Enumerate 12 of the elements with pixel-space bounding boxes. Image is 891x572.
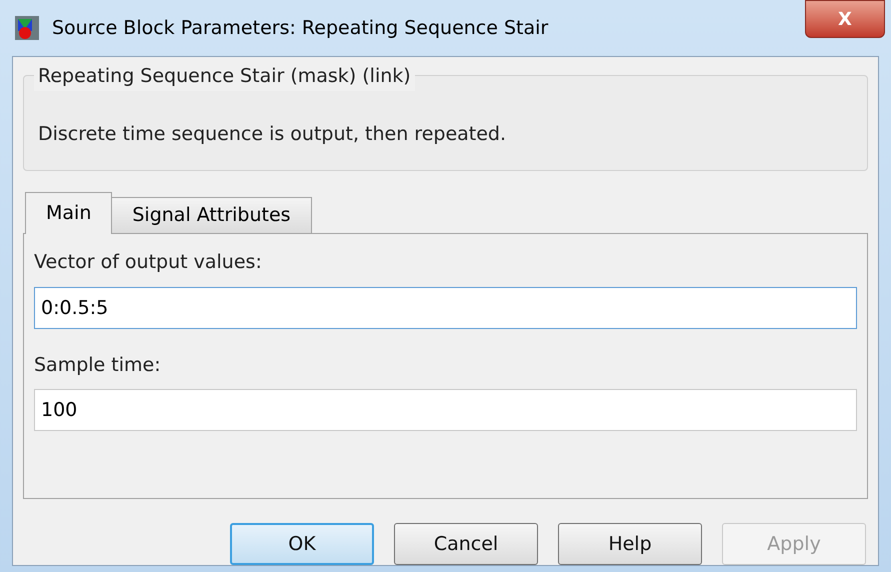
tab[interactable]: Main	[25, 192, 112, 234]
group-description: Discrete time sequence is output, then repeated.	[38, 122, 506, 147]
tab[interactable]: Signal Attributes	[112, 197, 312, 233]
input-field[interactable]: 0:0.5:5	[34, 286, 857, 328]
dialog-button[interactable]: OK	[230, 523, 374, 565]
input-field[interactable]: 100	[34, 389, 857, 431]
block-icon	[14, 15, 40, 41]
dialog-button[interactable]: Cancel	[394, 523, 538, 565]
field-label: Sample time:	[34, 352, 162, 378]
window-title: Source Block Parameters: Repeating Sequence Stair	[52, 16, 548, 41]
dialog-button[interactable]: Help	[558, 523, 702, 565]
field-label: Vector of output values:	[34, 250, 263, 275]
